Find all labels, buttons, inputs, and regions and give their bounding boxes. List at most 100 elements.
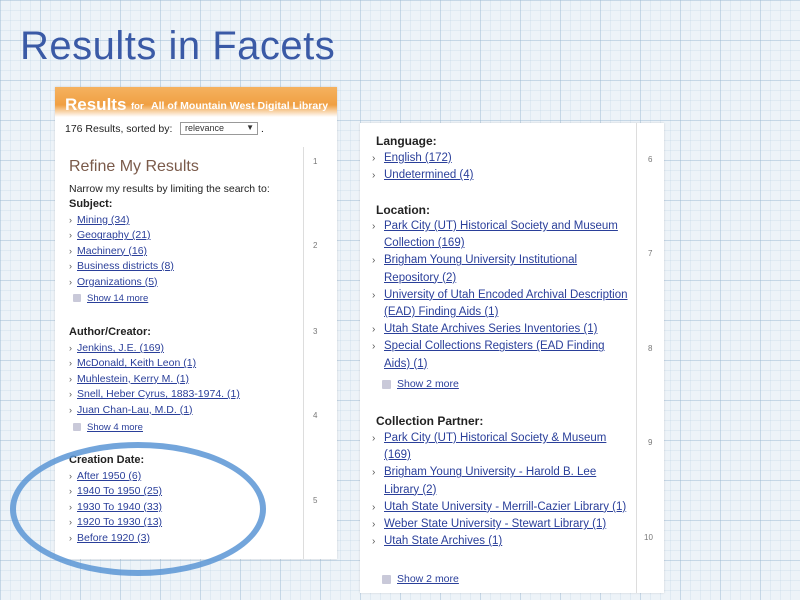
- facet-link[interactable]: Park City (UT) Historical Society & Muse…: [384, 432, 606, 461]
- plus-icon: [73, 423, 81, 432]
- facet-link[interactable]: Special Collections Registers (EAD Findi…: [384, 340, 605, 369]
- page-number: 4: [313, 411, 318, 420]
- page-number: 8: [648, 344, 653, 353]
- collection-partner-facet-list: › Park City (UT) Historical Society & Mus…: [372, 430, 632, 550]
- facet-link[interactable]: Brigham Young University Institutional R…: [384, 254, 577, 283]
- list-item: › Utah State Archives (1): [372, 533, 632, 550]
- facet-link[interactable]: Jenkins, J.E. (169): [77, 342, 164, 354]
- language-heading: Language:: [376, 134, 437, 148]
- chevron-right-icon: ›: [372, 467, 376, 479]
- chevron-right-icon: ›: [69, 343, 72, 353]
- location-show-more-link[interactable]: Show 2 more: [382, 378, 459, 390]
- page-number: 1: [313, 157, 318, 166]
- refine-heading: Refine My Results: [69, 158, 199, 175]
- show-more-label: Show 14 more: [87, 293, 149, 304]
- list-item: › McDonald, Keith Leon (1): [69, 356, 240, 371]
- results-title: Results: [65, 95, 127, 114]
- divider: [636, 123, 637, 593]
- chevron-right-icon: ›: [69, 358, 72, 369]
- sort-select[interactable]: relevance ▼: [180, 122, 258, 135]
- facet-link[interactable]: Muhlestein, Kerry M. (1): [77, 373, 189, 385]
- facet-link[interactable]: Mining (34): [77, 214, 130, 226]
- chevron-right-icon: ›: [372, 221, 376, 232]
- facet-link[interactable]: McDonald, Keith Leon (1): [77, 357, 196, 369]
- author-facet-list: › Jenkins, J.E. (169) › McDonald, Keith Le…: [69, 341, 240, 418]
- list-item: › Brigham Young University Institutional …: [372, 252, 632, 286]
- partner-show-more-link[interactable]: Show 2 more: [382, 573, 459, 585]
- sort-selected-value: relevance: [185, 123, 225, 133]
- location-facet-list: › Park City (UT) Historical Society and M…: [372, 218, 632, 373]
- show-more-label: Show 2 more: [397, 573, 459, 585]
- page-number: 10: [644, 533, 653, 542]
- show-more-label: Show 2 more: [397, 378, 459, 390]
- list-item: › Mining (34): [69, 213, 174, 228]
- subject-facet-list: › Mining (34) › Geography (21) › Machinery …: [69, 213, 174, 290]
- chevron-right-icon: ›: [69, 373, 72, 384]
- facet-link[interactable]: Juan Chan-Lau, M.D. (1): [77, 404, 193, 416]
- chevron-right-icon: ›: [69, 215, 72, 225]
- list-item: › Snell, Heber Cyrus, 1883-1974. (1): [69, 387, 240, 402]
- page-number: 7: [648, 249, 653, 258]
- narrow-instructions: Narrow my results by limiting the search…: [69, 183, 270, 195]
- list-item: › Muhlestein, Kerry M. (1): [69, 372, 240, 387]
- chevron-right-icon: ›: [69, 404, 72, 415]
- chevron-right-icon: ›: [69, 276, 72, 287]
- more-facets-panel: Language: › English (172) › Undetermined (…: [360, 123, 664, 593]
- facet-link[interactable]: Utah State University - Merrill-Cazier L…: [384, 501, 626, 513]
- location-heading: Location:: [376, 203, 430, 217]
- list-item: › Organizations (5): [69, 275, 174, 290]
- list-item: › Undetermined (4): [372, 167, 632, 184]
- facet-link[interactable]: Organizations (5): [77, 276, 158, 288]
- facet-link[interactable]: Undetermined (4): [384, 169, 473, 181]
- facet-link[interactable]: Business districts (8): [77, 260, 174, 272]
- chevron-right-icon: ›: [372, 289, 376, 301]
- plus-icon: [73, 294, 81, 303]
- subject-heading: Subject:: [69, 198, 113, 210]
- chevron-right-icon: ›: [372, 536, 376, 548]
- facet-link[interactable]: Utah State Archives Series Inventories (…: [384, 323, 598, 335]
- list-item: › Geography (21): [69, 228, 174, 243]
- list-item: › Special Collections Registers (EAD Find…: [372, 338, 632, 372]
- chevron-right-icon: ›: [372, 519, 376, 531]
- chevron-right-icon: ›: [69, 230, 72, 241]
- list-item: › Utah State University - Merrill-Cazier …: [372, 499, 632, 516]
- chevron-right-icon: ›: [372, 433, 376, 444]
- plus-icon: [382, 574, 391, 584]
- collection-partner-heading: Collection Partner:: [376, 414, 484, 428]
- facet-link[interactable]: Machinery (16): [77, 245, 147, 257]
- show-more-label: Show 4 more: [87, 422, 143, 433]
- list-item: › English (172): [372, 150, 632, 167]
- chevron-right-icon: ›: [372, 501, 376, 513]
- author-show-more-link[interactable]: Show 4 more: [73, 422, 143, 433]
- page-number: 2: [313, 241, 318, 250]
- list-item: › Business districts (8): [69, 259, 174, 274]
- chevron-down-icon: ▼: [246, 123, 254, 132]
- chevron-right-icon: ›: [372, 255, 376, 267]
- divider: [303, 147, 304, 559]
- author-heading: Author/Creator:: [69, 326, 151, 338]
- list-item: › Weber State University - Stewart Librar…: [372, 516, 632, 533]
- facet-link[interactable]: Brigham Young University - Harold B. Lee…: [384, 466, 596, 495]
- facet-link[interactable]: Park City (UT) Historical Society and Mu…: [384, 220, 618, 249]
- facet-link[interactable]: Geography (21): [77, 229, 151, 241]
- chevron-right-icon: ›: [69, 389, 72, 400]
- subject-show-more-link[interactable]: Show 14 more: [73, 293, 148, 304]
- facet-link[interactable]: Utah State Archives (1): [384, 535, 502, 547]
- chevron-right-icon: ›: [372, 170, 376, 182]
- facet-link[interactable]: University of Utah Encoded Archival Desc…: [384, 289, 628, 318]
- list-item: › Brigham Young University - Harold B. Le…: [372, 464, 632, 498]
- facet-link[interactable]: Weber State University - Stewart Library…: [384, 518, 606, 530]
- list-item: › Park City (UT) Historical Society & Mus…: [372, 430, 632, 464]
- page-number: 9: [648, 438, 653, 447]
- chevron-right-icon: ›: [69, 261, 72, 272]
- list-item: › Juan Chan-Lau, M.D. (1): [69, 403, 240, 418]
- sort-period: .: [261, 124, 264, 135]
- chevron-right-icon: ›: [372, 153, 376, 164]
- page-number: 6: [648, 155, 653, 164]
- list-item: › Park City (UT) Historical Society and M…: [372, 218, 632, 252]
- facet-link[interactable]: Snell, Heber Cyrus, 1883-1974. (1): [77, 388, 240, 400]
- results-for-label: for: [131, 101, 144, 112]
- facet-link[interactable]: English (172): [384, 152, 452, 164]
- chevron-right-icon: ›: [372, 324, 376, 336]
- page-number: 3: [313, 327, 318, 336]
